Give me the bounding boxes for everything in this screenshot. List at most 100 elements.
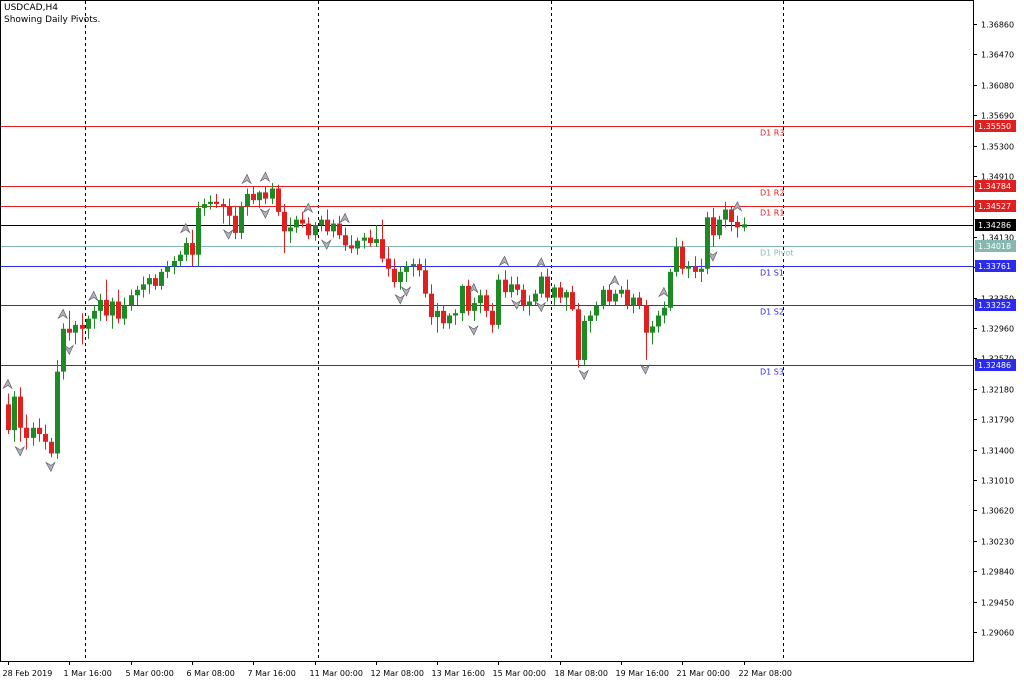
fractal-up-arrow <box>535 257 547 268</box>
candle-body-bear <box>558 287 563 298</box>
candle-body-bear <box>570 292 575 310</box>
candle-body-bull <box>73 324 78 333</box>
candle-body-bear <box>116 301 121 319</box>
candle-body-bear <box>637 297 642 306</box>
price-tick-label: 1.32960 <box>981 325 1014 334</box>
candle-body-bear <box>729 209 734 222</box>
time-tick-label: 28 Feb 2019 <box>3 669 53 678</box>
candle-body-bull <box>398 271 403 283</box>
candle-body-bull <box>239 206 244 233</box>
candle-body-bull <box>552 287 557 298</box>
candle-body-bull <box>135 289 140 296</box>
candle-body-bull <box>447 315 452 324</box>
candle-body-bull <box>319 219 324 226</box>
candle-body-bull <box>631 297 636 306</box>
candle-body-bear <box>67 328 72 333</box>
candle-body-bear <box>43 434 48 442</box>
pivot-price-badge: 1.33252 <box>978 301 1011 310</box>
candle-body-bull <box>184 243 189 255</box>
fractal-up-arrow <box>179 222 191 234</box>
candle-body-bear <box>263 192 268 199</box>
fractal-up-arrow <box>2 378 13 390</box>
time-tick-label: 22 Mar 08:00 <box>739 669 792 678</box>
candle-body-bull <box>613 293 618 302</box>
time-tick-label: 5 Mar 00:00 <box>126 669 174 678</box>
candle-body-bull <box>313 225 318 236</box>
candle-body-bull <box>705 217 710 269</box>
candle-body-bull <box>159 271 164 286</box>
price-tick-label: 1.29450 <box>981 599 1014 608</box>
price-tick-label: 1.36080 <box>981 82 1014 91</box>
pivot-price-badge: 1.34784 <box>978 182 1011 191</box>
candle-body-bull <box>110 301 115 316</box>
candle-body-bull <box>650 326 655 333</box>
candle-body-bull <box>668 271 673 308</box>
time-tick-label: 12 Mar 08:00 <box>371 669 424 678</box>
price-tick-label: 1.35300 <box>981 143 1014 152</box>
candle-body-bear <box>503 279 508 293</box>
fractal-down-arrow <box>45 461 56 473</box>
candle-body-bull <box>699 268 704 272</box>
candle-body-bull <box>411 264 416 267</box>
fractal-up-arrow <box>259 171 271 183</box>
pivot-line-label: D1 R1 <box>760 209 784 218</box>
pivot-line-label: D1 R3 <box>760 129 784 138</box>
price-tick-label: 1.32180 <box>981 386 1014 395</box>
candle-body-bull <box>147 278 152 285</box>
candle-body-bear <box>337 223 342 236</box>
candle-body-bear <box>6 404 11 431</box>
price-tick-label: 1.31790 <box>981 416 1014 425</box>
pivot-line-label: D1 S3 <box>760 368 784 377</box>
candle-body-bull <box>122 305 127 319</box>
indicator-subtitle: Showing Daily Pivots. <box>4 15 101 25</box>
time-axis: 28 Feb 2019 1 Mar 16:00 5 Mar 00:00 6 Mar 0… <box>3 661 792 678</box>
candle-body-bear <box>441 310 446 324</box>
fractal-up-arrow <box>241 173 252 185</box>
candle-body-bull <box>662 307 667 316</box>
candle-body-bull <box>141 284 146 290</box>
candle-body-bear <box>49 441 54 454</box>
fractal-up-arrow <box>302 202 314 214</box>
fractal-up-arrow <box>658 286 669 298</box>
candle-body-bear <box>306 223 311 236</box>
price-tick-label: 1.30620 <box>981 507 1014 516</box>
fractal-down-arrow <box>394 293 406 305</box>
candle-body-bear <box>521 289 526 306</box>
candle-body-bull <box>588 315 593 321</box>
fractal-down-arrow <box>639 364 651 375</box>
fractal-down-arrow <box>578 369 589 381</box>
fractal-down-arrow <box>510 299 522 310</box>
price-tick-label: 1.29060 <box>981 629 1014 638</box>
fractal-up-arrow <box>339 212 350 224</box>
candle-body-bull <box>172 260 177 267</box>
fractal-arrows <box>2 171 743 473</box>
fractal-up-arrow <box>609 275 620 286</box>
candle-body-bear <box>221 204 226 207</box>
price-tick-label: 1.31400 <box>981 447 1014 456</box>
candle-body-bull <box>208 201 213 205</box>
candle-body-bull <box>331 223 336 232</box>
candle-body-bear <box>37 427 42 435</box>
candle-body-bull <box>601 289 606 306</box>
candle-body-bear <box>276 188 281 212</box>
fractal-down-arrow <box>222 229 234 240</box>
candle-body-bull <box>594 305 599 316</box>
time-tick-label: 18 Mar 08:00 <box>555 669 608 678</box>
price-chart[interactable]: D1 R3 D1 R2 D1 R1 D1 Pivot D1 S1 D1 S2 D1 S3 1… <box>0 0 1024 683</box>
candle-body-bull <box>165 266 170 272</box>
pivot-line-label: D1 S2 <box>760 308 784 317</box>
time-tick-label: 13 Mar 16:00 <box>432 669 485 678</box>
candle-body-bull <box>288 227 293 232</box>
fractal-down-arrow <box>535 301 547 313</box>
candle-body-bull <box>582 320 587 360</box>
candle-body-bull <box>435 310 440 318</box>
candle-body-bear <box>576 309 581 360</box>
candle-body-bear <box>484 295 489 311</box>
candle-body-bear <box>227 206 232 216</box>
candle-body-bear <box>380 239 385 259</box>
chart-window[interactable]: D1 R3 D1 R2 D1 R1 D1 Pivot D1 S1 D1 S2 D1 S3 1… <box>0 0 1024 683</box>
period-separators <box>85 1 784 661</box>
fractal-up-arrow <box>88 290 99 302</box>
candle-body-bull <box>619 289 624 294</box>
price-tick-label: 1.29840 <box>981 568 1014 577</box>
